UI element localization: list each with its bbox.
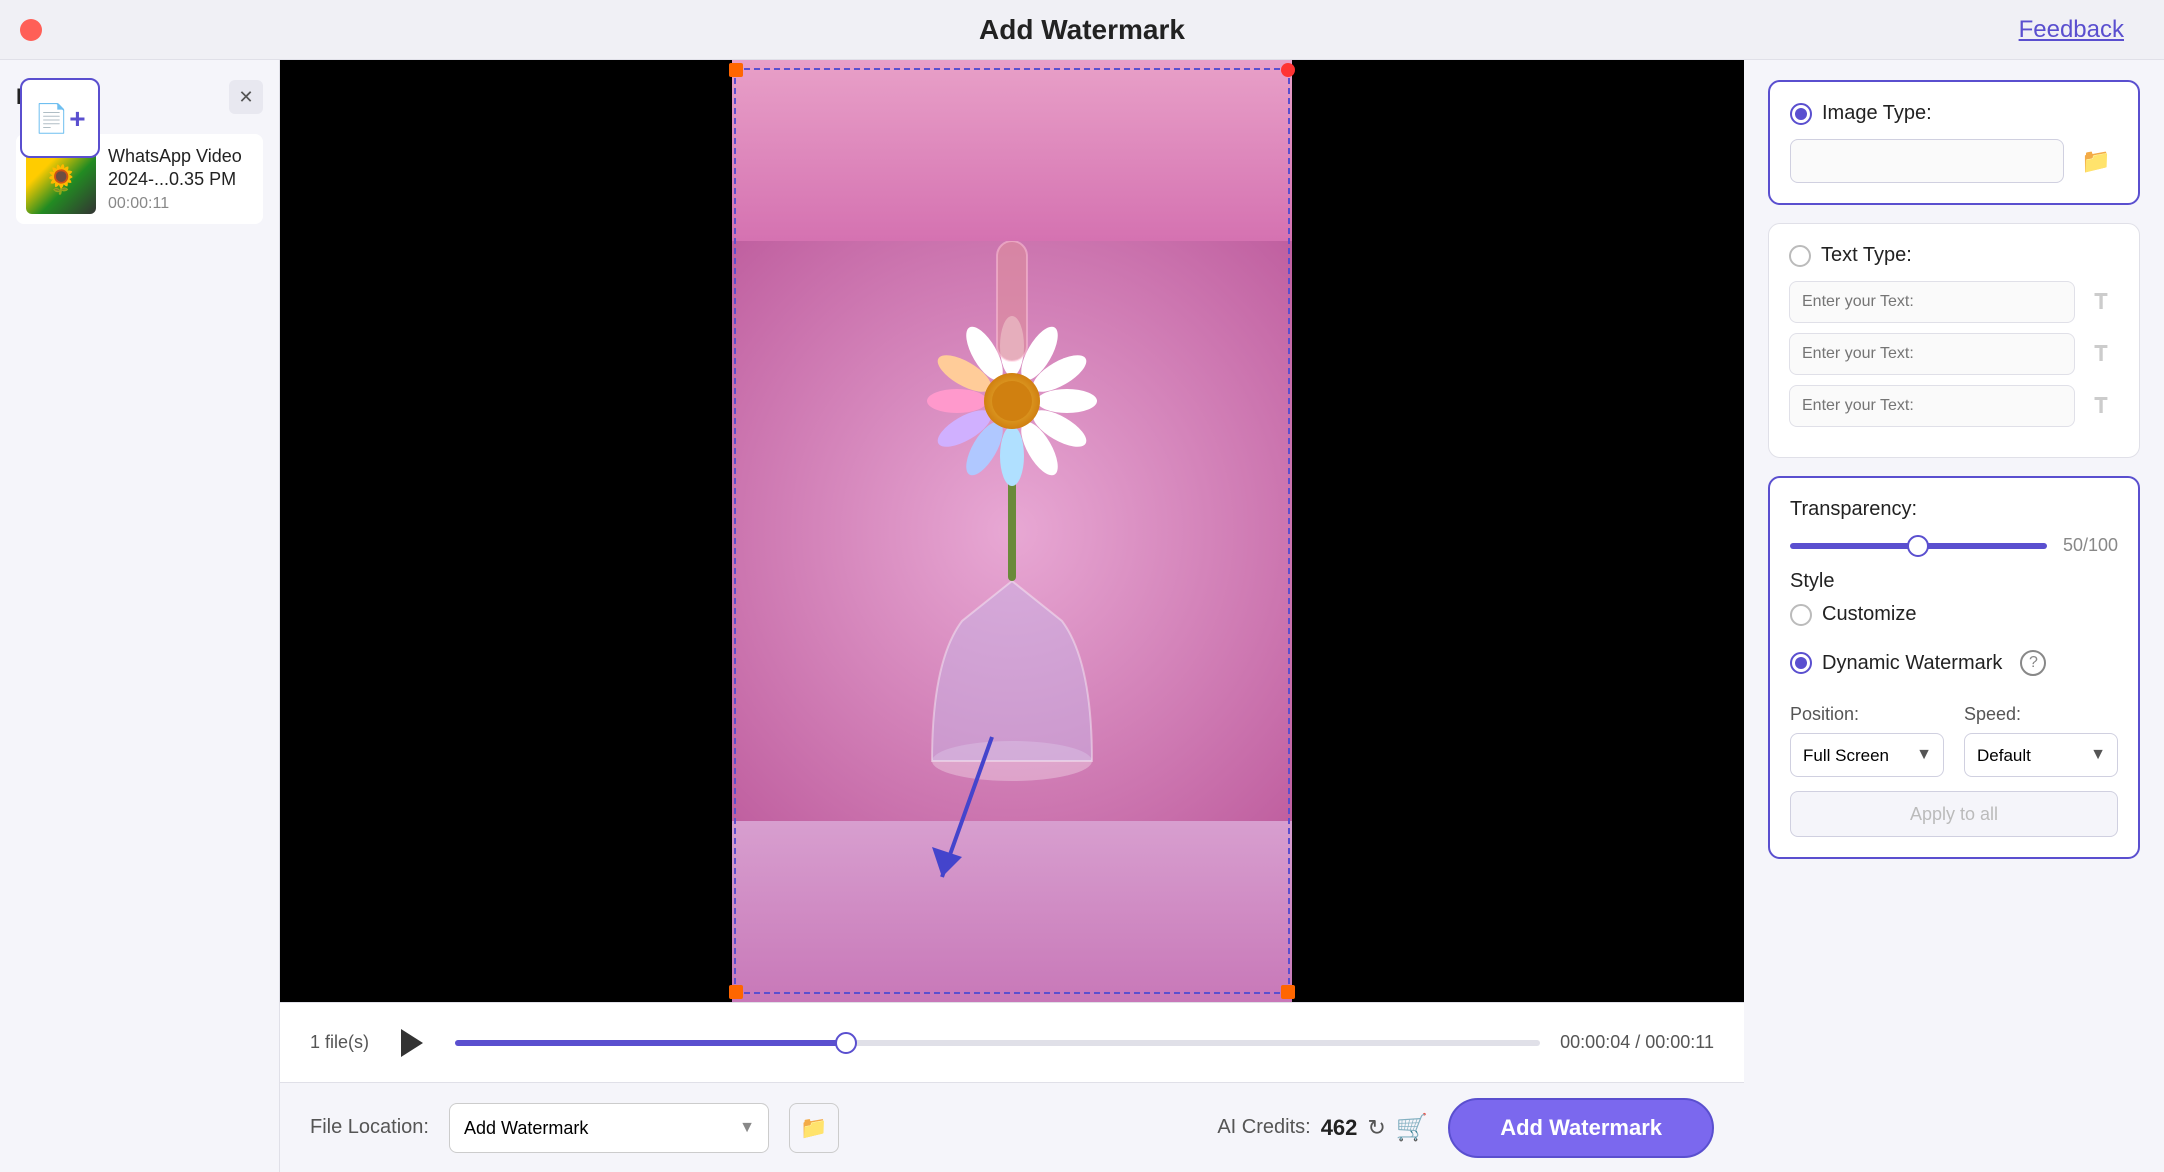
text-input-3[interactable] [1789, 385, 2075, 427]
text-input-row-3: 𝐓 [1789, 385, 2119, 427]
playlist-item-duration: 00:00:11 [108, 195, 253, 213]
text-input-row-1: 𝐓 [1789, 281, 2119, 323]
text-format-button-3[interactable]: 𝐓 [2083, 388, 2119, 424]
new-file-icon: 📄+ [34, 102, 85, 135]
time-display: 00:00:04 / 00:00:11 [1560, 1032, 1714, 1053]
image-type-label: Image Type: [1822, 102, 1932, 125]
customize-radio[interactable] [1790, 604, 1812, 626]
time-separator: / [1635, 1032, 1645, 1052]
customize-label: Customize [1822, 603, 1916, 626]
video-container [280, 60, 1744, 1002]
refresh-icon[interactable]: ↻ [1367, 1115, 1385, 1141]
transparency-label: Transparency: [1790, 498, 2118, 521]
text-format-icon-2: 𝐓 [2094, 341, 2108, 366]
speed-dropdown-wrapper: Default Slow Fast ▼ [1964, 733, 2118, 777]
text-type-radio[interactable] [1789, 245, 1811, 267]
file-location-select[interactable]: Add Watermark [449, 1103, 769, 1153]
current-time: 00:00:04 [1560, 1032, 1630, 1052]
apply-all-button[interactable]: Apply to all [1790, 791, 2118, 837]
page-title: Add Watermark [979, 14, 1185, 46]
top-bar: Add Watermark Feedback [0, 0, 2164, 60]
timeline-progress [455, 1040, 846, 1046]
text-input-row-2: 𝐓 [1789, 333, 2119, 375]
position-dropdown-wrapper: Full Screen Top Left Top Right Bottom Le… [1790, 733, 1944, 777]
feedback-link[interactable]: Feedback [2019, 16, 2124, 44]
dynamic-watermark-radio[interactable] [1790, 652, 1812, 674]
total-time: 00:00:11 [1645, 1032, 1714, 1052]
position-select[interactable]: Full Screen Top Left Top Right Bottom Le… [1790, 733, 1944, 777]
text-input-2[interactable] [1789, 333, 2075, 375]
close-button[interactable] [20, 19, 42, 41]
image-type-row: Image Type: [1790, 102, 2118, 125]
playlist-item-name: WhatsApp Video 2024-...0.35 PM [108, 145, 253, 192]
file-location-label: File Location: [310, 1116, 429, 1139]
play-icon [401, 1029, 423, 1057]
right-panel: Image Type: 📁 Text Type: 𝐓 [1744, 60, 2164, 1172]
settings-section: Transparency: 50/100 Style Customize Dyn… [1768, 476, 2140, 859]
position-label: Position: [1790, 704, 1944, 725]
style-options: Customize Dynamic Watermark ? [1790, 603, 2118, 690]
file-count: 1 file(s) [310, 1032, 369, 1053]
clear-playlist-button[interactable]: ✕ [229, 80, 263, 114]
transparency-thumb[interactable] [1907, 535, 1929, 557]
text-type-section: Text Type: 𝐓 𝐓 𝐓 [1768, 223, 2140, 458]
video-frame [732, 60, 1292, 1002]
text-input-1[interactable] [1789, 281, 2075, 323]
dynamic-watermark-help[interactable]: ? [2020, 650, 2046, 676]
new-file-button[interactable]: 📄+ [20, 78, 100, 158]
clear-icon: ✕ [238, 87, 253, 108]
transparency-slider-row: 50/100 [1790, 535, 2118, 556]
text-format-button-1[interactable]: 𝐓 [2083, 284, 2119, 320]
dynamic-watermark-label: Dynamic Watermark [1822, 652, 2002, 675]
add-watermark-button[interactable]: Add Watermark [1448, 1098, 1714, 1158]
position-speed-row: Position: Full Screen Top Left Top Right… [1790, 704, 2118, 777]
playlist-info: WhatsApp Video 2024-...0.35 PM 00:00:11 [108, 145, 253, 214]
speed-col: Speed: Default Slow Fast ▼ [1964, 704, 2118, 777]
flower-visual [732, 241, 1292, 821]
main-layout: Playlist ✕ 🌻 WhatsApp Video 2024-...0.35… [0, 60, 2164, 1172]
image-path-input[interactable] [1790, 139, 2064, 183]
customize-row: Customize [1790, 603, 2118, 626]
folder-icon: 📁 [800, 1115, 827, 1141]
ai-credits-label: AI Credits: [1217, 1116, 1310, 1139]
text-format-icon-3: 𝐓 [2094, 393, 2108, 418]
text-type-label: Text Type: [1821, 244, 1912, 267]
cart-icon[interactable]: 🛒 [1396, 1112, 1428, 1143]
position-col: Position: Full Screen Top Left Top Right… [1790, 704, 1944, 777]
image-type-radio[interactable] [1790, 103, 1812, 125]
image-input-row: 📁 [1790, 139, 2118, 183]
timeline-thumb[interactable] [835, 1032, 857, 1054]
style-label: Style [1790, 570, 2118, 593]
image-type-section: Image Type: 📁 [1768, 80, 2140, 205]
text-type-row: Text Type: [1789, 244, 2119, 267]
text-format-icon-1: 𝐓 [2094, 289, 2108, 314]
sidebar: Playlist ✕ 🌻 WhatsApp Video 2024-...0.35… [0, 60, 280, 1172]
folder-browse-icon: 📁 [2081, 147, 2111, 176]
speed-label: Speed: [1964, 704, 2118, 725]
bottom-bar: File Location: Add Watermark ▼ 📁 AI Cred… [280, 1082, 1744, 1172]
dynamic-watermark-row: Dynamic Watermark ? [1790, 650, 2118, 676]
image-browse-button[interactable]: 📁 [2074, 139, 2118, 183]
speed-select[interactable]: Default Slow Fast [1964, 733, 2118, 777]
browse-folder-button[interactable]: 📁 [789, 1103, 839, 1153]
file-location-wrapper: Add Watermark ▼ [449, 1103, 769, 1153]
text-format-button-2[interactable]: 𝐓 [2083, 336, 2119, 372]
transparency-value: 50/100 [2063, 535, 2118, 556]
play-button[interactable] [389, 1020, 435, 1066]
credits-value: 462 [1321, 1115, 1358, 1141]
timeline[interactable] [455, 1040, 1540, 1046]
transparency-slider[interactable] [1790, 543, 2047, 549]
video-controls: 1 file(s) 00:00:04 / 00:00:11 [280, 1002, 1744, 1082]
ai-credits: AI Credits: 462 ↻ 🛒 [1217, 1112, 1428, 1143]
